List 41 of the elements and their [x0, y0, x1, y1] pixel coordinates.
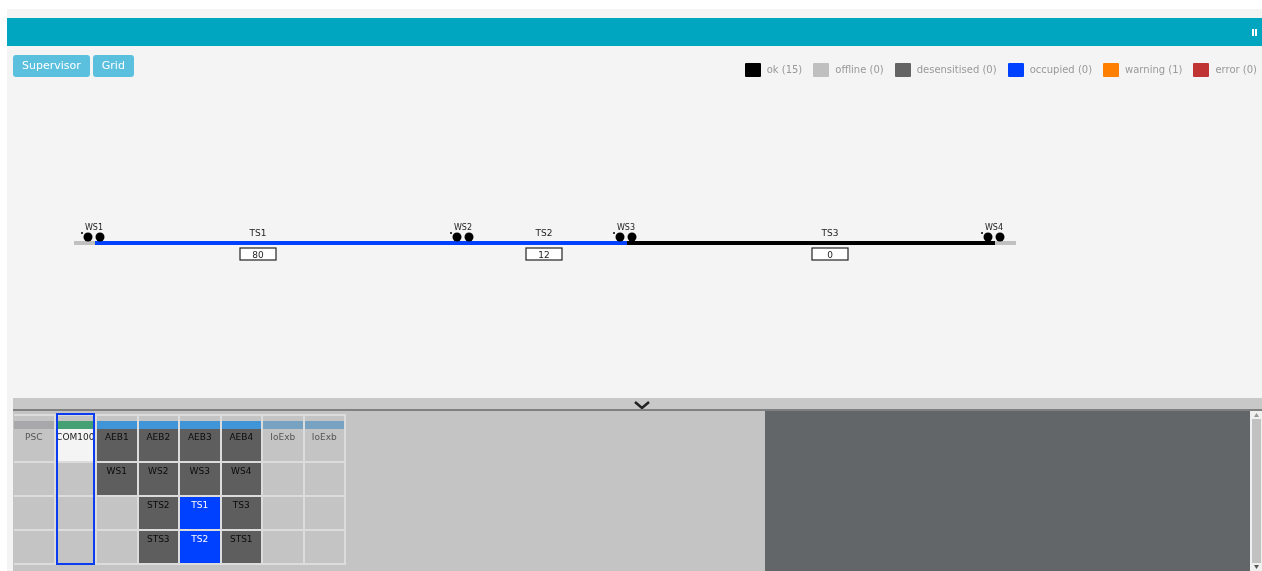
pause-icon[interactable] [1252, 28, 1257, 36]
legend-label: error (0) [1215, 63, 1257, 77]
section-value-field: 12 [525, 247, 563, 261]
grid-cell[interactable]: STS2 [138, 497, 178, 531]
section-label: TS3 [821, 228, 839, 238]
scroll-down-icon[interactable] [1253, 565, 1259, 569]
chevron-down-icon[interactable] [634, 401, 650, 409]
legend-label: desensitised (0) [916, 63, 997, 77]
legend-label: warning (1) [1125, 63, 1183, 77]
grid-cell[interactable]: TS1 [180, 497, 220, 531]
legend-label: offline (0) [835, 63, 884, 77]
grid-cell[interactable]: TS2 [180, 531, 220, 565]
legend-label: occupied (0) [1029, 63, 1093, 77]
scrollbar[interactable] [1250, 411, 1262, 571]
grid-cell[interactable]: AEB2 [138, 429, 178, 463]
nav-button[interactable]: Grid [92, 55, 134, 77]
switch-dots-icon[interactable] [981, 232, 1005, 242]
switch-dots-icon[interactable] [450, 232, 474, 242]
nav-button[interactable]: Supervisor [13, 55, 90, 77]
grid-cell[interactable]: STS1 [221, 531, 261, 565]
section-value-field: 80 [239, 247, 277, 261]
grid-cell[interactable]: AEB3 [180, 429, 220, 463]
grid-cell[interactable]: WS4 [221, 463, 261, 497]
switch-label: WS1 [84, 223, 104, 232]
grid-cell[interactable]: WS2 [138, 463, 178, 497]
switch-label: WS2 [453, 223, 473, 232]
legend-label: ok (15) [766, 63, 803, 77]
section-label: TS1 [249, 228, 267, 238]
section-label: TS2 [535, 228, 553, 238]
section-value-field: 0 [811, 247, 849, 261]
scroll-up-icon[interactable] [1253, 413, 1259, 417]
grid-cell[interactable]: AEB4 [221, 429, 261, 463]
grid-cell[interactable]: WS3 [180, 463, 220, 497]
grid-cell[interactable]: AEB1 [97, 429, 137, 463]
grid-cell[interactable]: STS3 [138, 531, 178, 565]
switch-label: WS4 [984, 223, 1004, 232]
switch-dots-icon[interactable] [613, 232, 637, 242]
grid-cell[interactable]: TS3 [221, 497, 261, 531]
switch-dots-icon[interactable] [81, 232, 105, 242]
switch-label: WS3 [616, 223, 636, 232]
grid-cell[interactable]: WS1 [97, 463, 137, 497]
